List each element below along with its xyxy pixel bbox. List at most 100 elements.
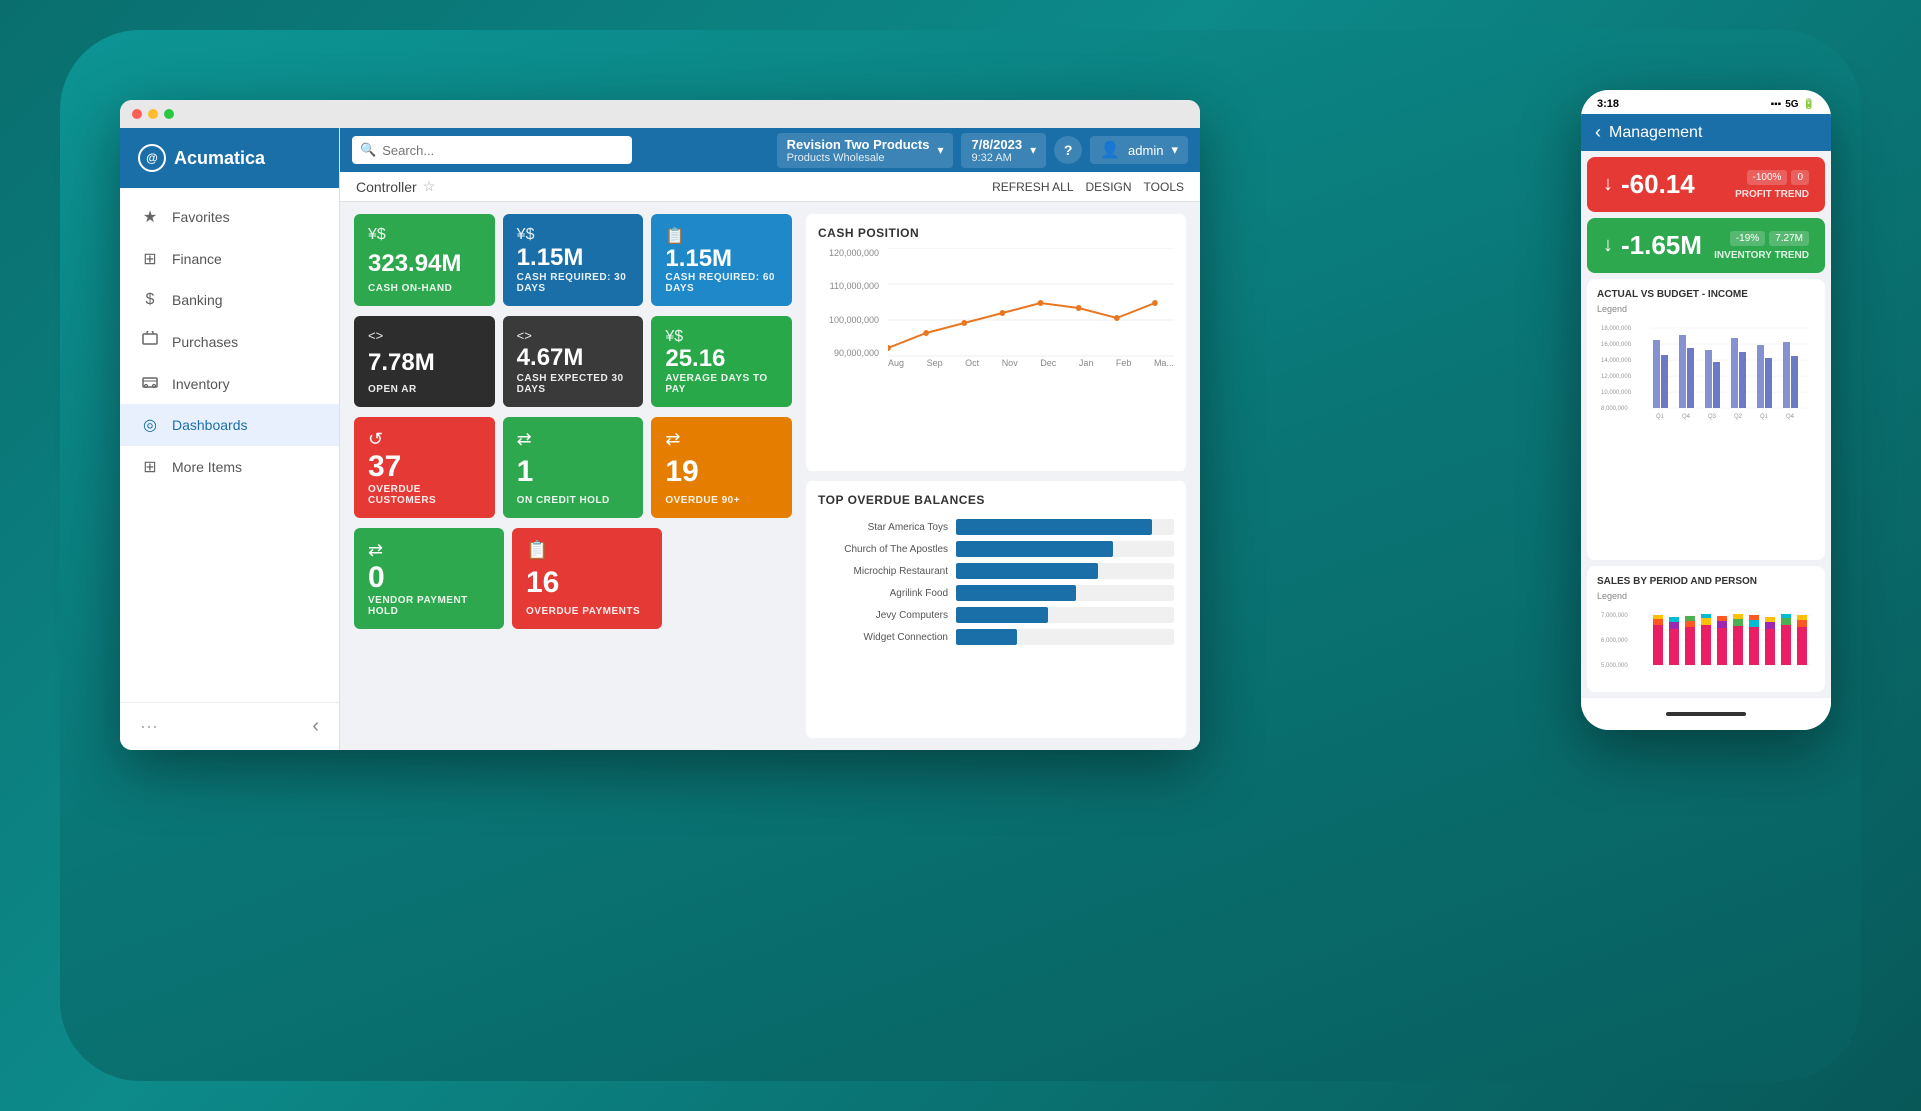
date-chevron-icon: ▾ [1030,143,1036,157]
sidebar-collapse-button[interactable]: ‹ [312,715,319,738]
sidebar-item-purchases[interactable]: Purchases [120,320,339,363]
search-box[interactable]: 🔍 [352,136,632,164]
phone-status-bar: 3:18 ▪▪▪ 5G 🔋 [1581,90,1831,114]
cash-chart-x-labels: Aug Sep Oct Nov Dec Jan Feb Ma... [888,358,1174,378]
sidebar-label-banking: Banking [172,292,223,308]
kpi-cash-required-30[interactable]: ¥$ 1.15M CASH REQUIRED: 30 DAYS [503,214,644,306]
avg-days-value: 25.16 [665,346,778,372]
phone-home-bar[interactable] [1666,712,1746,716]
inventory-trend-card[interactable]: ↓ -1.65M -19% 7.27M INVENTORY TREND [1587,218,1825,273]
help-button[interactable]: ? [1054,136,1082,164]
svg-text:14,000,000: 14,000,000 [1601,358,1632,364]
kpi-avg-days[interactable]: ¥$ 25.16 AVERAGE DAYS TO PAY [651,316,792,406]
cash-required-30-label: CASH REQUIRED: 30 DAYS [517,272,630,294]
status-overdue-customers[interactable]: ↺ 37 OVERDUE CUSTOMERS [354,417,495,518]
profit-trend-right: -100% 0 PROFIT TREND [1735,170,1809,200]
svg-text:10,000,000: 10,000,000 [1601,390,1632,396]
overdue-payments-label: OVERDUE PAYMENTS [526,606,648,617]
status-credit-hold[interactable]: ⇄ 1 ON CREDIT HOLD [503,417,644,518]
cash-on-hand-value: 323.94M [368,251,481,277]
sidebar-label-favorites: Favorites [172,209,230,225]
actual-vs-budget-title: ACTUAL VS BUDGET - INCOME [1597,289,1815,300]
dashboard-header: Controller ☆ REFRESH ALL DESIGN TOOLS [340,172,1200,202]
svg-text:8,000,000: 8,000,000 [1601,406,1628,412]
phone-mockup: 3:18 ▪▪▪ 5G 🔋 ‹ Management ↓ -60.14 -100… [1581,90,1831,730]
main-content: 🔍 Revision Two Products Products Wholesa… [340,128,1200,750]
close-dot[interactable] [132,109,142,119]
maximize-dot[interactable] [164,109,174,119]
cash-position-chart: 120,000,000 110,000,000 100,000,000 90,0… [818,248,1174,378]
tools-button[interactable]: TOOLS [1144,180,1184,194]
topbar-date: 7/8/2023 [971,137,1022,152]
search-icon: 🔍 [360,142,376,158]
sidebar-label-inventory: Inventory [172,376,230,392]
credit-hold-value: 1 [517,455,630,489]
minimize-dot[interactable] [148,109,158,119]
sidebar-item-favorites[interactable]: ★ Favorites [120,196,339,238]
sidebar-item-inventory[interactable]: Inventory [120,363,339,404]
bar-row-5: Jevy Computers [818,607,1174,623]
bar-fill-6 [956,629,1017,645]
status-row: ↺ 37 OVERDUE CUSTOMERS ⇄ 1 ON CREDIT HOL… [354,417,792,518]
dashboard-body: ¥$ 323.94M CASH ON-HAND ¥$ 1.15M CASH RE… [340,202,1200,750]
status-vendor-payment[interactable]: ⇄ 0 VENDOR PAYMENT HOLD [354,528,504,629]
status-overdue-90[interactable]: ⇄ 19 OVERDUE 90+ [651,417,792,518]
date-selector[interactable]: 7/8/2023 9:32 AM ▾ [961,133,1046,168]
bar-fill-3 [956,563,1098,579]
svg-text:Q1: Q1 [1656,414,1665,420]
company-info: Revision Two Products Products Wholesale [787,137,930,164]
overdue-customers-value: 37 [368,450,481,484]
phone-header-title: Management [1609,124,1702,142]
app-layout: @ Acumatica ★ Favorites ⊞ Finance $ Bank… [120,128,1200,750]
profit-trend-card[interactable]: ↓ -60.14 -100% 0 PROFIT TREND [1587,157,1825,212]
favorite-star-icon[interactable]: ☆ [423,178,436,195]
status-overdue-payments[interactable]: 📋 16 OVERDUE PAYMENTS [512,528,662,629]
kpi-row-2: <> 7.78M OPEN AR <> 4.67M CASH EXPECTED … [354,316,792,406]
search-input[interactable] [382,143,624,158]
overdue-90-icon: ⇄ [665,429,778,450]
sales-by-period-section: SALES BY PERIOD AND PERSON Legend 7,000,… [1587,566,1825,692]
refresh-all-button[interactable]: REFRESH ALL [992,180,1073,194]
banking-icon: $ [140,291,160,309]
kpi-open-ar[interactable]: <> 7.78M OPEN AR [354,316,495,406]
cash-required-60-icon: 📋 [665,226,778,246]
profit-trend-value: -60.14 [1621,169,1695,200]
kpi-cash-required-60[interactable]: 📋 1.15M CASH REQUIRED: 60 DAYS [651,214,792,306]
sidebar-item-banking[interactable]: $ Banking [120,280,339,320]
sidebar-item-more[interactable]: ⊞ More Items [120,446,339,488]
kpi-cash-on-hand[interactable]: ¥$ 323.94M CASH ON-HAND [354,214,495,306]
user-chevron-icon: ▾ [1171,142,1178,158]
profit-trend-label: PROFIT TREND [1735,189,1809,200]
profit-trend-left: ↓ -60.14 [1603,169,1695,200]
sidebar-item-finance[interactable]: ⊞ Finance [120,238,339,280]
phone-back-icon[interactable]: ‹ [1595,122,1601,143]
sidebar-item-dashboards[interactable]: ◎ Dashboards [120,404,339,446]
vendor-payment-icon: ⇄ [368,540,490,561]
cash-position-panel: CASH POSITION 120,000,000 110,000,000 10… [806,214,1186,471]
svg-text:12,000,000: 12,000,000 [1601,374,1632,380]
sidebar-nav: ★ Favorites ⊞ Finance $ Banking [120,188,339,702]
kpi-cash-expected[interactable]: <> 4.67M CASH EXPECTED 30 DAYS [503,316,644,406]
vendor-payment-value: 0 [368,561,490,595]
cash-required-30-icon: ¥$ [517,226,630,244]
sidebar-dots[interactable]: ··· [140,716,158,737]
phone-home-bar-area [1581,698,1831,730]
logo-icon: @ [138,144,166,172]
sidebar-label-dashboards: Dashboards [172,417,248,433]
cash-position-title: CASH POSITION [818,226,1174,240]
user-menu[interactable]: 👤 admin ▾ [1090,136,1188,164]
phone-battery-icon: 🔋 [1803,99,1815,110]
status-row-2: ⇄ 0 VENDOR PAYMENT HOLD 📋 16 OVERDUE PAY… [354,528,792,629]
design-button[interactable]: DESIGN [1086,180,1132,194]
overdue-customers-icon: ↺ [368,429,481,450]
company-selector[interactable]: Revision Two Products Products Wholesale… [777,133,954,168]
cash-on-hand-label: CASH ON-HAND [368,283,481,294]
user-name: admin [1128,143,1163,158]
phone-header: ‹ Management [1581,114,1831,151]
kpi-row-1: ¥$ 323.94M CASH ON-HAND ¥$ 1.15M CASH RE… [354,214,792,306]
bar-label-5: Jevy Computers [818,610,948,621]
dashboard-right: CASH POSITION 120,000,000 110,000,000 10… [806,214,1186,738]
sales-by-period-svg: 7,000,000 6,000,000 5,000,000 [1597,607,1815,677]
sales-by-period-legend: Legend [1597,591,1815,601]
favorites-icon: ★ [140,207,160,227]
